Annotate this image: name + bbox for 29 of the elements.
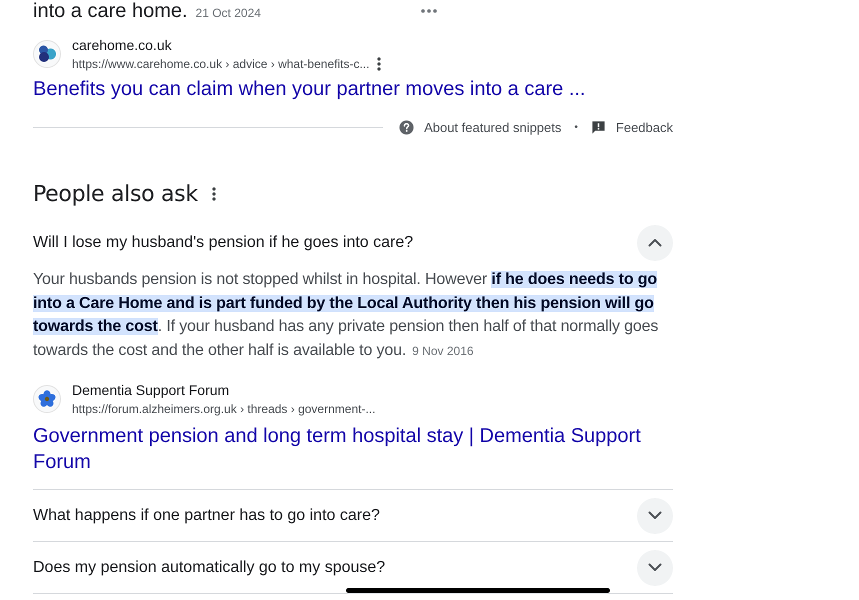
snippet-text: into a care home. xyxy=(33,0,188,22)
chevron-down-icon xyxy=(648,563,662,572)
more-options-icon[interactable] xyxy=(212,187,216,201)
result-title-link[interactable]: Government pension and long term hospital stay | Dementia Support Forum xyxy=(33,423,673,475)
result-title-link[interactable]: Benefits you can claim when your partner moves into a care ... xyxy=(33,76,673,102)
chevron-up-icon xyxy=(648,238,662,247)
site-name: Dementia Support Forum xyxy=(72,381,230,399)
section-heading: People also ask xyxy=(33,182,198,206)
answer-text: Your husbands pension is not stopped whilst in hospital. However if he does needs to go into a Care Home and is part funded by the Local Authority then his pension will go towards the cost. If your husband has any private pension then half of that normally goes towards the cost and the other half is available to you. 9 Nov 2016 xyxy=(33,270,660,360)
about-snippets-link[interactable]: About featured snippets xyxy=(399,120,562,134)
snippet-date: 21 Oct 2024 xyxy=(196,6,261,20)
site-url: https://forum.alzheimers.org.uk › threads › government-... xyxy=(72,401,376,417)
more-options-icon[interactable] xyxy=(377,57,382,71)
question-text: Will I lose my husband's pension if he goes into care? xyxy=(33,234,414,252)
site-url: https://www.carehome.co.uk › advice › what-benefits-c... xyxy=(72,56,370,72)
collapse-button[interactable] xyxy=(637,224,673,260)
separator-dot: • xyxy=(574,122,578,132)
help-icon xyxy=(399,120,414,134)
feedback-icon xyxy=(590,120,606,134)
question-text: What happens if one partner has to go into care? xyxy=(33,506,380,524)
expand-button[interactable] xyxy=(637,498,673,534)
chevron-down-icon xyxy=(648,511,662,520)
expand-button[interactable] xyxy=(637,550,673,586)
carehome-logo-icon xyxy=(33,40,61,68)
feedback-link[interactable]: Feedback xyxy=(590,120,673,134)
flower-logo-icon xyxy=(33,385,61,413)
site-name: carehome.co.uk xyxy=(72,36,173,54)
more-icon[interactable] xyxy=(421,9,437,13)
question-text: Does my pension automatically go to my spouse? xyxy=(33,558,386,576)
